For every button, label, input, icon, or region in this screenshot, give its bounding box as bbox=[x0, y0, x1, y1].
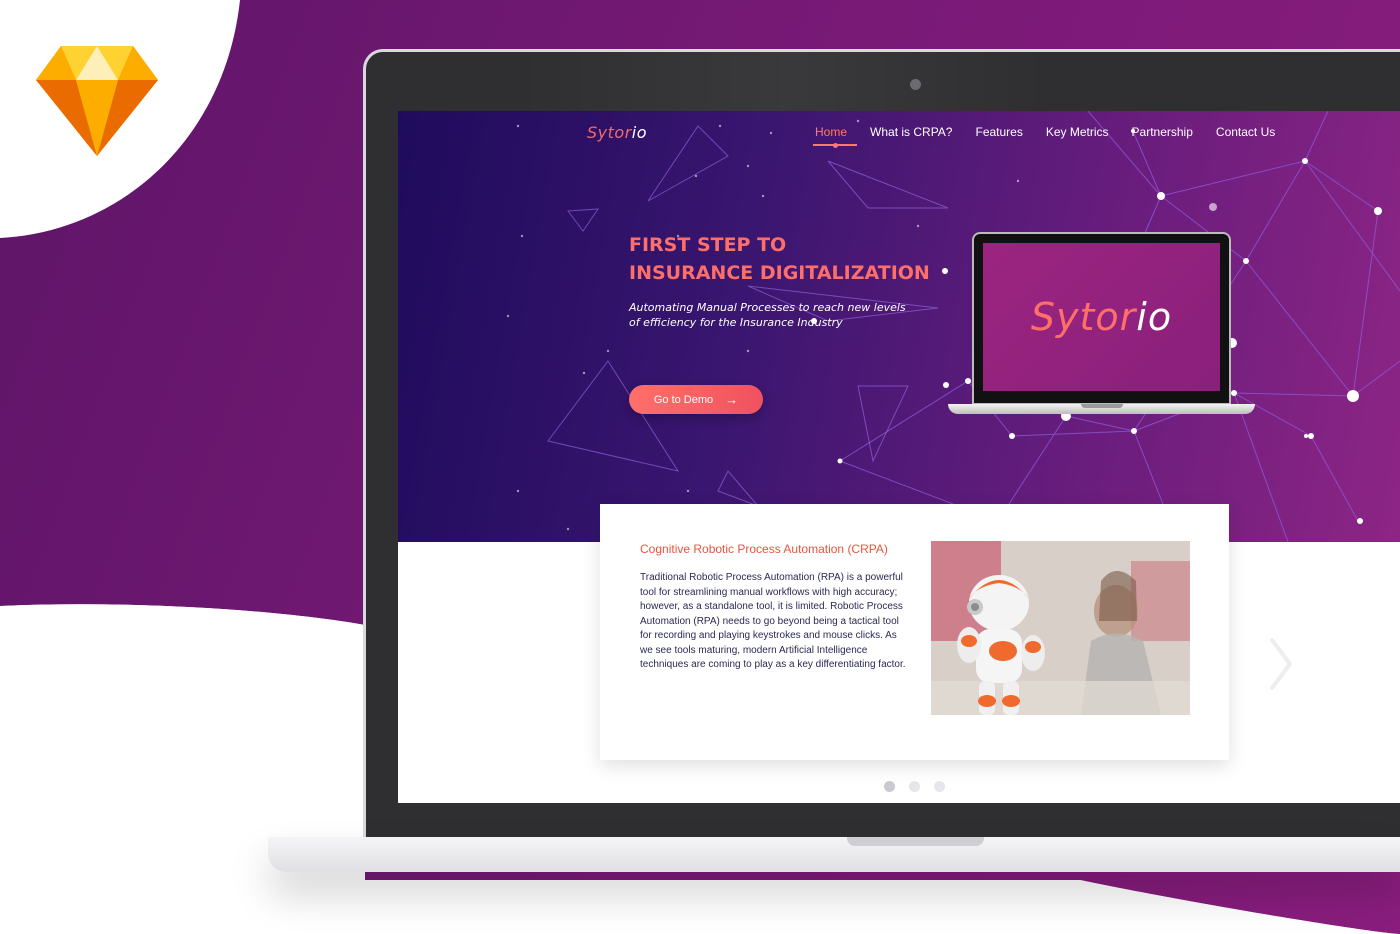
nav-item-key-metrics[interactable]: Key Metrics bbox=[1046, 125, 1109, 139]
hero-subtitle: Automating Manual Processes to reach new… bbox=[629, 301, 906, 329]
crpa-card: Cognitive Robotic Process Automation (CR… bbox=[600, 504, 1229, 760]
laptop-base-notch bbox=[847, 837, 984, 846]
go-to-demo-button[interactable]: Go to Demo → bbox=[629, 385, 763, 414]
webcam bbox=[910, 79, 921, 90]
nav-item-contact-us[interactable]: Contact Us bbox=[1216, 125, 1275, 139]
chevron-right-icon[interactable] bbox=[1268, 636, 1294, 692]
nav-item-what-is-crpa[interactable]: What is CRPA? bbox=[870, 125, 952, 139]
card-body: Traditional Robotic Process Automation (… bbox=[640, 572, 906, 670]
mini-brand-logo: Sytorio bbox=[1030, 295, 1173, 339]
robot-photo bbox=[931, 541, 1190, 715]
carousel-dot-3[interactable] bbox=[934, 781, 945, 792]
hero-title: FIRST STEP TO INSURANCE DIGITALIZATION bbox=[629, 231, 949, 287]
brand-logo[interactable]: Sytorio bbox=[587, 123, 647, 142]
card-title: Cognitive Robotic Process Automation (CR… bbox=[640, 542, 888, 556]
hero-title-line-1: FIRST STEP TO bbox=[629, 234, 787, 256]
robot-photo-illustration bbox=[931, 541, 1190, 715]
laptop-screen: Sytorio Home What is CRPA? Features Key … bbox=[398, 111, 1400, 803]
laptop-base bbox=[268, 837, 1400, 872]
mini-laptop-screen: Sytorio bbox=[983, 243, 1220, 391]
nav-item-partnership[interactable]: Partnership bbox=[1132, 125, 1193, 139]
nav-item-features[interactable]: Features bbox=[975, 125, 1022, 139]
demo-button-label: Go to Demo bbox=[653, 393, 714, 406]
mini-laptop-notch bbox=[1081, 404, 1123, 408]
hero-section: Sytorio Home What is CRPA? Features Key … bbox=[398, 111, 1400, 542]
sketch-logo-icon bbox=[36, 46, 158, 156]
nav-item-home[interactable]: Home bbox=[812, 125, 858, 148]
carousel-dot-2[interactable] bbox=[909, 781, 920, 792]
main-nav: Home What is CRPA? Features Key Metrics … bbox=[812, 125, 1298, 148]
hero-title-line-2: INSURANCE DIGITALIZATION bbox=[629, 262, 930, 284]
arrow-right-icon: → bbox=[725, 392, 739, 407]
carousel-dots bbox=[884, 781, 945, 792]
carousel-dot-1[interactable] bbox=[884, 781, 895, 792]
